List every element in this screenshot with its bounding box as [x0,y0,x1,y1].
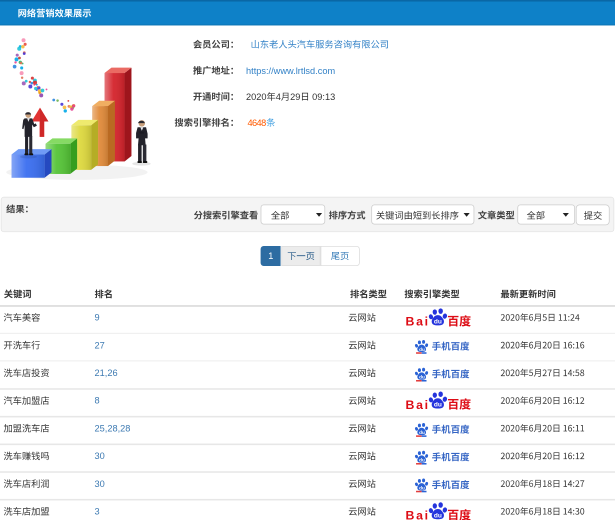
svg-text:3: 3 [95,507,100,517]
svg-text:9: 9 [95,313,100,323]
svg-text:4648: 4648 [248,118,267,128]
svg-text:25,28,28: 25,28,28 [95,423,131,433]
svg-text:30: 30 [95,451,105,461]
svg-text:1: 1 [268,251,273,261]
svg-text:8: 8 [95,396,100,406]
svg-text:29: 29 [290,92,300,102]
svg-text:30: 30 [95,479,105,489]
svg-text:21,26: 21,26 [95,368,118,378]
svg-text:2020: 2020 [246,92,267,102]
svg-text:09:13: 09:13 [312,92,335,102]
svg-text:27: 27 [95,340,105,350]
svg-text:https://www.lrtlsd.com: https://www.lrtlsd.com [246,66,335,76]
svg-text:4: 4 [276,92,281,102]
